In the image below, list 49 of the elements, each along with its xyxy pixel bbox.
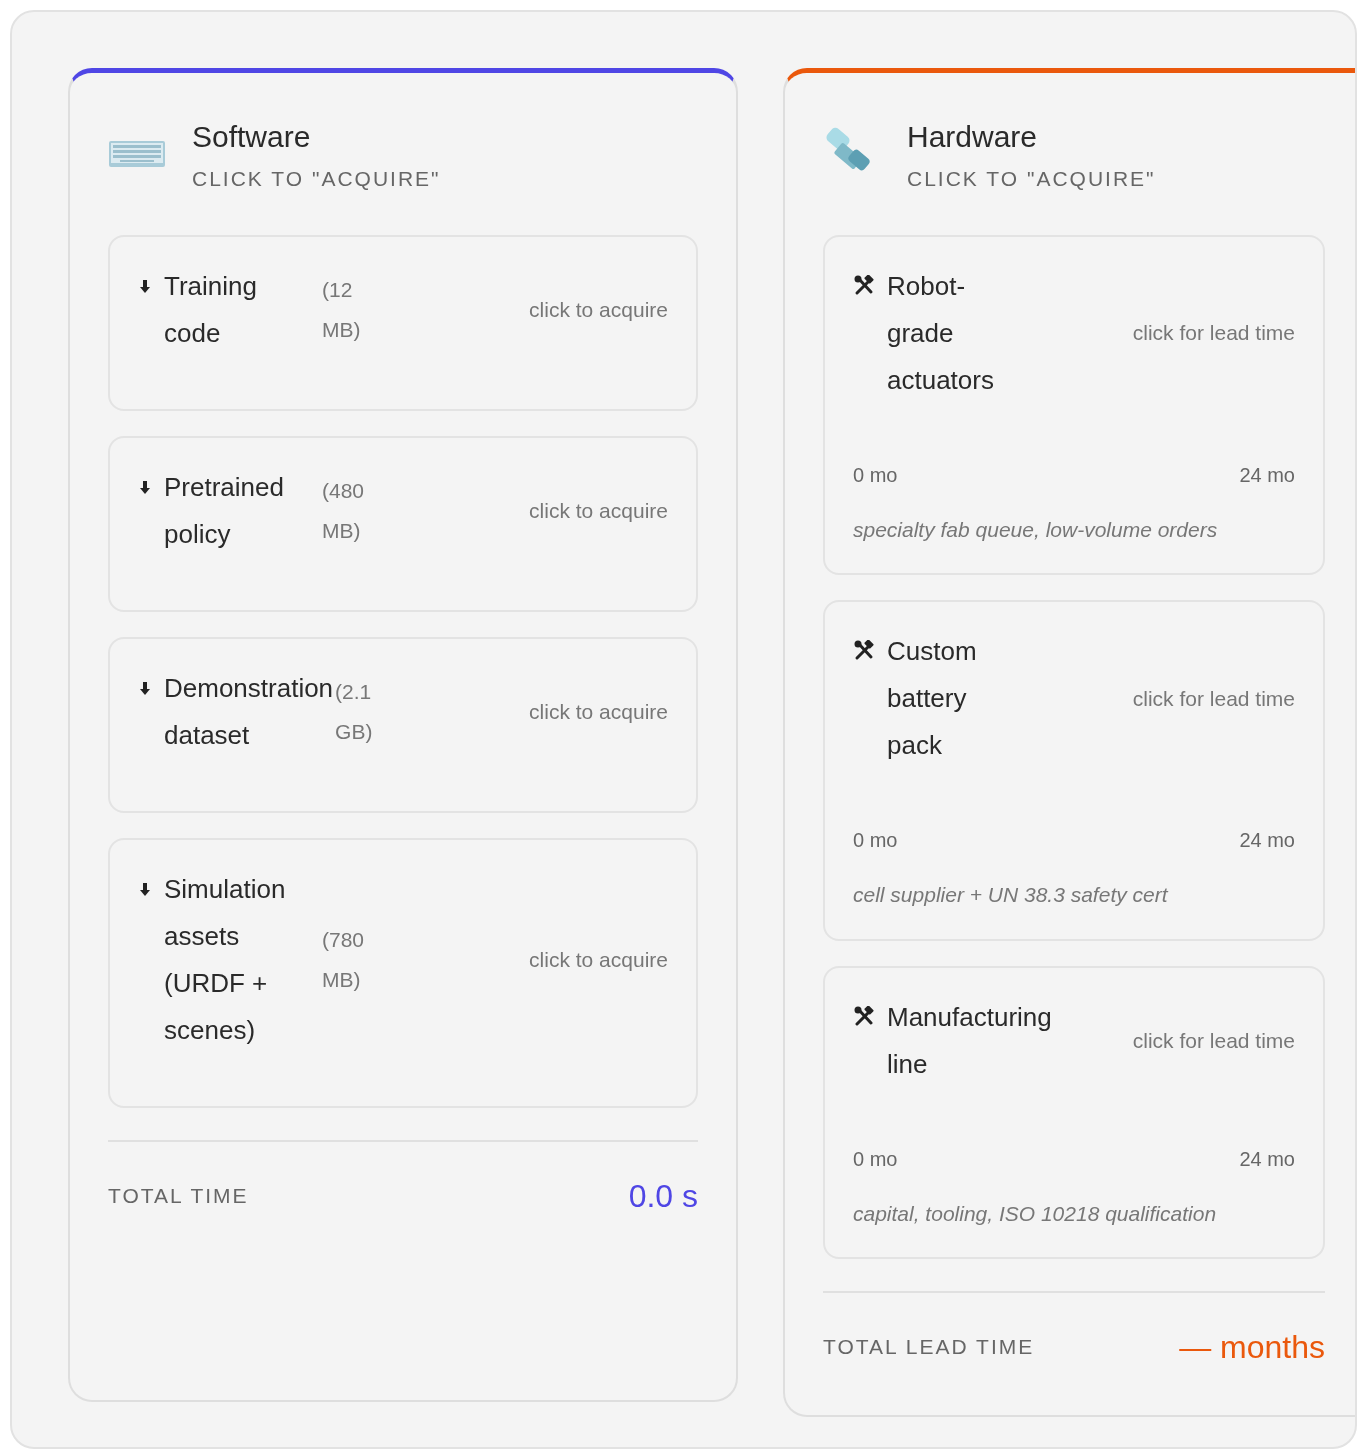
item-name: Manufacturing line	[887, 1000, 1052, 1081]
range-min-label: 0 mo	[853, 828, 898, 853]
download-icon	[140, 480, 150, 494]
item-card[interactable]: Manufacturing line click for lead time 0 mo 24 mo capital, tooling, ISO 10218 qualification	[823, 965, 1325, 1259]
item-name: Demonstration dataset	[164, 671, 334, 752]
acquire-link[interactable]: click to acquire	[529, 943, 668, 976]
item-note: specialty fab queue, low-volume orders	[853, 516, 1219, 543]
item-note: capital, tooling, ISO 10218 qualification	[853, 1200, 1218, 1227]
total-value: 0.0 s	[628, 1176, 698, 1216]
tools-icon	[853, 1005, 875, 1028]
range-max-label: 24 mo	[1239, 1146, 1295, 1172]
item-card[interactable]: Simulation assets (URDF + scenes) (780 MB) click to acquire	[108, 837, 698, 1108]
item-card[interactable]: Training code (12 MB) click to acquire	[108, 234, 698, 411]
total-label: TOTAL LEAD TIME	[823, 1334, 1035, 1361]
item-size: (480 MB)	[322, 477, 366, 544]
item-size: (2.1 GB)	[335, 678, 374, 745]
panel-subtitle: CLICK TO "ACQUIRE"	[907, 166, 1156, 192]
item-name: Training code	[164, 269, 258, 350]
item-card[interactable]: Demonstration dataset (2.1 GB) click to acquire	[108, 636, 698, 813]
acquire-link[interactable]: click to acquire	[529, 494, 668, 527]
item-size: (12 MB)	[322, 276, 362, 343]
item-card[interactable]: Robot-grade actuators click for lead time 0 mo 24 mo specialty fab queue, low-volume orders	[823, 234, 1325, 575]
acquire-link[interactable]: click to acquire	[529, 695, 668, 728]
item-card[interactable]: Pretrained policy (480 MB) click to acquire	[108, 435, 698, 612]
panel-subtitle: CLICK TO "ACQUIRE"	[192, 166, 441, 192]
range-min-label: 0 mo	[853, 462, 898, 488]
item-name: Simulation assets (URDF + scenes)	[164, 872, 287, 1047]
acquire-link[interactable]: click for lead time	[1132, 317, 1295, 349]
range-min-label: 0 mo	[853, 1146, 898, 1172]
item-note: cell supplier + UN 38.3 safety cert	[853, 882, 1170, 908]
download-icon	[140, 882, 150, 896]
acquire-link[interactable]: click for lead time	[1132, 1024, 1295, 1057]
acquire-link[interactable]: click to acquire	[529, 293, 668, 326]
item-size: (780 MB)	[322, 926, 366, 993]
item-card[interactable]: Custom battery pack click for lead time 0 mo 24 mo cell supplier + UN 38.3 safety cert	[823, 600, 1325, 941]
tools-icon	[853, 640, 875, 662]
item-name: Robot-grade actuators	[887, 269, 995, 397]
panel-title: Software	[192, 119, 312, 155]
download-icon	[140, 279, 150, 293]
download-icon	[140, 681, 150, 695]
total-label: TOTAL TIME	[108, 1182, 249, 1209]
total-value: — months	[1179, 1328, 1325, 1367]
range-max-label: 24 mo	[1239, 828, 1295, 853]
acquire-link[interactable]: click for lead time	[1132, 682, 1295, 715]
item-name: Pretrained policy	[164, 470, 285, 551]
panel-title: Hardware	[907, 119, 1039, 155]
range-max-label: 24 mo	[1239, 462, 1295, 488]
item-name: Custom battery pack	[887, 635, 978, 762]
tools-icon	[853, 274, 875, 297]
